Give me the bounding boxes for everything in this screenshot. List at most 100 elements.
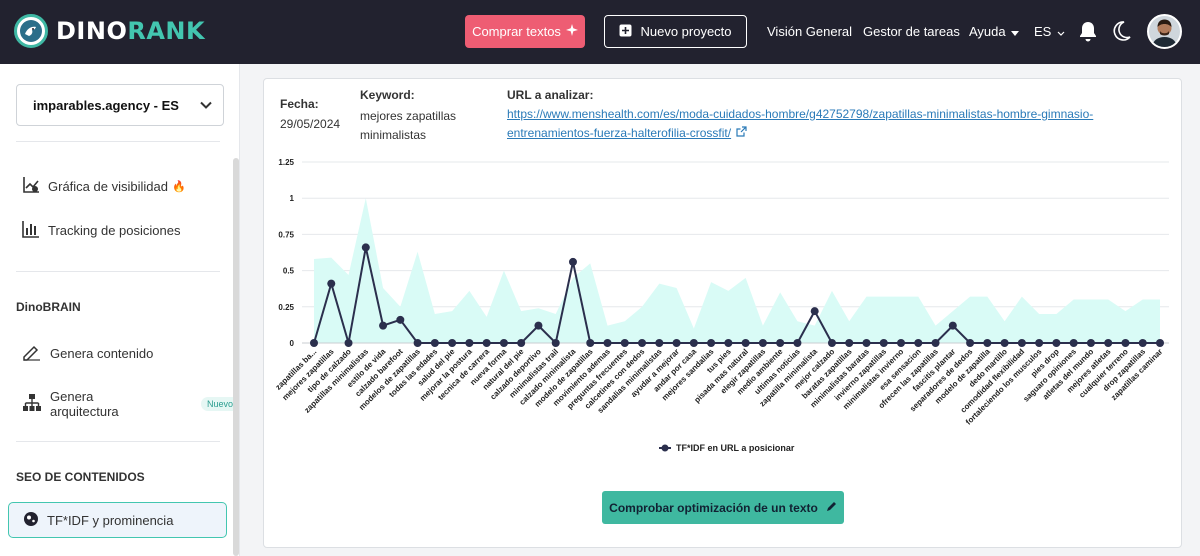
language-label: ES <box>1034 24 1052 39</box>
data-point <box>879 339 888 347</box>
divider <box>16 271 220 272</box>
y-tick-label: 0.25 <box>278 303 294 312</box>
data-point <box>1156 339 1164 347</box>
data-point <box>379 321 388 330</box>
sidebar-item-label: Genera contenido <box>50 346 154 361</box>
sidebar-item-visibility-chart[interactable]: Gráfica de visibilidad 🔥 <box>22 176 186 197</box>
data-point <box>603 339 612 347</box>
project-select[interactable]: imparables.agency - ES <box>16 84 224 126</box>
data-point <box>430 339 439 347</box>
y-tick-label: 0.5 <box>283 267 295 276</box>
circle-dots-icon <box>23 511 39 530</box>
tfidf-chart: 1.2510.750.50.250zapatillas ba...mejores… <box>274 158 1169 453</box>
date-label: Fecha: <box>280 97 319 111</box>
date-field: Fecha: 29/05/2024 <box>280 97 350 131</box>
pencil-icon <box>826 501 837 515</box>
legend-label: TF*IDF en URL a posicionar <box>676 443 795 453</box>
language-select[interactable]: ES <box>1034 24 1065 39</box>
fire-icon: 🔥 <box>171 181 186 193</box>
data-point <box>983 339 992 347</box>
chevron-down-icon <box>199 98 213 115</box>
sidebar-item-generate-architecture[interactable]: Genera arquitectura Nuevo <box>22 389 239 419</box>
logo-dino: DINO <box>56 17 128 45</box>
data-point <box>1069 339 1078 347</box>
data-point <box>327 279 336 288</box>
data-point <box>931 339 940 347</box>
data-point <box>1035 339 1044 347</box>
help-label: Ayuda <box>969 24 1006 39</box>
y-tick-label: 0 <box>290 339 295 348</box>
logo-text: DINORANK <box>56 17 205 45</box>
data-point <box>827 339 836 347</box>
data-point <box>638 339 647 347</box>
bell-icon[interactable] <box>1078 21 1098 47</box>
new-project-button[interactable]: Nuevo proyecto <box>604 15 747 48</box>
external-link-icon <box>735 124 747 141</box>
data-point <box>948 321 957 330</box>
data-point <box>344 339 353 347</box>
y-tick-label: 1.25 <box>278 158 294 167</box>
nav-help-menu[interactable]: Ayuda <box>969 24 1019 39</box>
data-point <box>1138 339 1147 347</box>
sidebar-item-position-tracking[interactable]: Tracking de posiciones <box>22 220 180 241</box>
data-point <box>1000 339 1009 347</box>
url-line-1: https://www.menshealth.com/es/moda-cuida… <box>507 107 1094 121</box>
keyword-value: mejores zapatillas minimalistas <box>360 109 457 142</box>
logo[interactable]: DINORANK <box>14 14 205 48</box>
data-point <box>568 257 577 266</box>
sidebar-item-label: Gráfica de visibilidad <box>48 179 168 194</box>
analysis-card: Fecha: 29/05/2024 Keyword: mejores zapat… <box>263 78 1182 548</box>
data-point <box>845 339 854 347</box>
data-point <box>1104 339 1113 347</box>
data-point <box>620 339 629 347</box>
data-point <box>534 321 543 330</box>
sidebar-item-tfidf[interactable]: TF*IDF y prominencia <box>8 502 227 538</box>
data-point <box>810 307 819 316</box>
data-point <box>966 339 975 347</box>
data-point <box>724 339 733 347</box>
url-label: URL a analizar: <box>507 88 594 102</box>
url-link[interactable]: https://www.menshealth.com/es/moda-cuida… <box>507 105 1147 143</box>
data-point <box>689 339 698 347</box>
pen-icon <box>22 343 42 364</box>
data-point <box>897 339 906 347</box>
nav-tasks-link[interactable]: Gestor de tareas <box>863 24 960 39</box>
data-point <box>707 339 716 347</box>
data-point <box>551 339 560 347</box>
buy-texts-label: Comprar textos <box>472 24 561 39</box>
y-tick-label: 0.75 <box>278 230 294 239</box>
url-line-2: entrenamientos-fuerza-halterofilia-cross… <box>507 126 732 140</box>
data-point <box>1121 339 1130 347</box>
data-point <box>793 339 802 347</box>
data-point <box>776 339 785 347</box>
sidebar-item-label: Genera arquitectura <box>50 389 119 419</box>
user-avatar[interactable] <box>1147 14 1182 49</box>
project-name: imparables.agency - ES <box>33 97 179 113</box>
top-bar: DINORANK Comprar textos Nuevo proyecto V… <box>0 0 1200 64</box>
logo-rank: RANK <box>127 17 206 45</box>
divider <box>16 141 220 142</box>
chart-line-icon <box>22 176 40 197</box>
data-point <box>482 339 491 347</box>
check-optimization-label: Comprobar optimización de un texto <box>609 500 818 515</box>
data-point <box>310 339 318 347</box>
date-value: 29/05/2024 <box>280 117 341 131</box>
nav-overview-link[interactable]: Visión General <box>767 24 852 39</box>
moon-icon[interactable] <box>1113 21 1131 46</box>
bar-chart-icon <box>22 220 40 241</box>
data-point <box>672 339 681 347</box>
data-point <box>413 339 422 347</box>
data-point <box>586 339 595 347</box>
sidebar-scrollbar[interactable] <box>233 158 239 556</box>
check-optimization-button[interactable]: Comprobar optimización de un texto <box>602 491 844 524</box>
caret-down-icon <box>1010 24 1019 39</box>
sidebar-item-label: TF*IDF y prominencia <box>47 512 174 528</box>
sidebar-item-generate-content[interactable]: Genera contenido <box>22 343 153 364</box>
dino-logo-icon <box>14 14 48 48</box>
new-project-label: Nuevo proyecto <box>640 24 732 39</box>
section-heading-dinobrain: DinoBRAIN <box>16 300 81 314</box>
legend-marker <box>661 444 669 452</box>
data-point <box>655 339 664 347</box>
data-point <box>741 339 750 347</box>
buy-texts-button[interactable]: Comprar textos <box>465 15 585 48</box>
